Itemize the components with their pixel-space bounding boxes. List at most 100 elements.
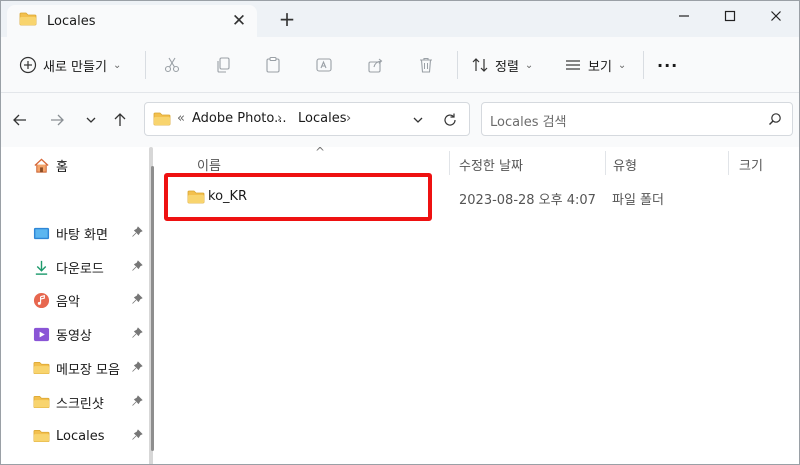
- column-divider[interactable]: [728, 151, 729, 175]
- sidebar-item-label: 홈: [56, 159, 68, 175]
- tab-close-button[interactable]: ✕: [229, 11, 249, 31]
- sidebar-item-locales[interactable]: Locales: [33, 423, 145, 449]
- view-button-label: 보기: [588, 59, 612, 75]
- pin-icon: [131, 226, 143, 242]
- breadcrumb-adobe-photoshop[interactable]: Adobe Photo...: [192, 111, 287, 126]
- forward-button[interactable]: [44, 107, 70, 133]
- arrow-left-icon: [13, 114, 26, 126]
- copy-icon: [217, 57, 230, 73]
- file-type: 파일 폴더: [612, 193, 664, 208]
- arrow-right-icon: [51, 114, 64, 126]
- home-icon: [34, 157, 49, 173]
- column-header-name[interactable]: 이름: [197, 155, 221, 174]
- divider: [145, 51, 146, 79]
- sidebar-item-memo-collection[interactable]: 메모장 모음: [33, 355, 145, 381]
- sidebar-item-label: 음악: [56, 294, 80, 310]
- close-window-button[interactable]: [753, 1, 799, 31]
- view-list-icon: [566, 60, 580, 70]
- breadcrumb-locales[interactable]: Locales: [298, 111, 346, 126]
- delete-button[interactable]: [412, 51, 440, 79]
- divider: [643, 51, 644, 79]
- chevron-down-icon: ⌄: [617, 59, 627, 71]
- rename-icon: [316, 58, 332, 72]
- breadcrumb-separator[interactable]: ›: [346, 111, 351, 126]
- breadcrumb-separator[interactable]: ›: [277, 111, 282, 126]
- download-icon: [35, 260, 48, 275]
- folder-icon: [19, 12, 37, 30]
- command-bar: 새로 만들기 ⌄ 정렬 ⌄ 보기 ⌄ ···: [1, 37, 799, 93]
- scissors-icon: [164, 57, 180, 73]
- pin-icon: [131, 260, 143, 276]
- sort-icon: [472, 58, 488, 72]
- rename-button[interactable]: [310, 51, 338, 79]
- copy-button[interactable]: [209, 51, 237, 79]
- tab-locales[interactable]: Locales ✕: [7, 5, 257, 37]
- divider: [457, 51, 458, 79]
- folder-icon: [33, 395, 50, 409]
- new-button[interactable]: 새로 만들기 ⌄: [19, 51, 121, 79]
- sidebar-item-home[interactable]: 홈: [33, 152, 145, 178]
- desktop-icon: [33, 227, 50, 239]
- search-box[interactable]: Locales 검색: [481, 102, 793, 136]
- address-bar[interactable]: « Adobe Photo... › Locales ›: [144, 102, 470, 136]
- sidebar-item-label: 동영상: [56, 328, 92, 344]
- sidebar-item-music[interactable]: 음악: [33, 287, 145, 313]
- share-button[interactable]: [362, 51, 390, 79]
- path-overflow-button[interactable]: «: [177, 111, 185, 126]
- plus-circle-icon: [19, 56, 37, 74]
- pin-icon: [131, 293, 143, 309]
- column-header-size[interactable]: 크기: [739, 155, 763, 174]
- chevron-down-icon: [413, 117, 423, 123]
- new-button-label: 새로 만들기: [43, 59, 107, 75]
- trash-icon: [420, 57, 432, 73]
- sidebar-item-screenshots[interactable]: 스크린샷: [33, 389, 145, 415]
- sidebar-item-label: 바탕 화면: [56, 227, 108, 243]
- new-tab-button[interactable]: +: [275, 7, 299, 31]
- search-icon[interactable]: [768, 112, 782, 130]
- sidebar-item-desktop[interactable]: 바탕 화면: [33, 220, 145, 246]
- paste-button[interactable]: [259, 51, 287, 79]
- title-bar: Locales ✕ +: [1, 1, 799, 37]
- sidebar-item-label: Locales: [56, 428, 105, 444]
- clipboard-icon: [266, 56, 280, 73]
- minimize-button[interactable]: [661, 1, 707, 31]
- refresh-icon: [444, 113, 456, 126]
- navigation-pane: 홈 바탕 화면 다운로드 음악 동영상 메모장 모음 스크린샷 Locales: [1, 147, 151, 464]
- maximize-icon: [724, 10, 736, 22]
- sidebar-item-videos[interactable]: 동영상: [33, 321, 145, 347]
- address-dropdown-button[interactable]: [407, 109, 429, 131]
- chevron-down-icon: ⌄: [524, 59, 534, 71]
- column-divider[interactable]: [605, 151, 606, 175]
- column-header-type[interactable]: 유형: [613, 155, 637, 174]
- more-options-button[interactable]: ···: [657, 51, 678, 79]
- column-header-date[interactable]: 수정한 날짜: [459, 155, 523, 174]
- sort-ascending-icon: ^: [315, 145, 326, 159]
- chevron-down-icon: ⌄: [112, 59, 122, 71]
- chevron-down-icon: [86, 117, 96, 123]
- view-button[interactable]: 보기 ⌄: [564, 51, 626, 79]
- maximize-button[interactable]: [707, 1, 753, 31]
- column-divider[interactable]: [449, 151, 450, 175]
- sort-button[interactable]: 정렬 ⌄: [471, 51, 533, 79]
- sidebar-item-label: 다운로드: [56, 261, 104, 277]
- video-icon: [33, 327, 50, 341]
- pin-icon: [131, 395, 143, 411]
- arrow-up-icon: [114, 113, 126, 126]
- sidebar-item-downloads[interactable]: 다운로드: [33, 254, 145, 280]
- sort-button-label: 정렬: [495, 59, 519, 75]
- tab-title: Locales: [47, 13, 96, 29]
- refresh-button[interactable]: [439, 109, 461, 131]
- back-button[interactable]: [7, 107, 33, 133]
- highlight-annotation-box: [164, 173, 432, 221]
- sidebar-scrollbar-thumb[interactable]: [151, 166, 154, 451]
- cut-button[interactable]: [158, 51, 186, 79]
- sidebar-item-label: 스크린샷: [56, 396, 104, 412]
- file-explorer-window: Locales ✕ + 새로 만들기 ⌄ 정렬 ⌄ 보기 ⌄ ··· « Ado…: [0, 0, 800, 465]
- sidebar-item-label: 메모장 모음: [56, 362, 120, 378]
- up-button[interactable]: [107, 107, 133, 133]
- search-input[interactable]: Locales 검색: [490, 111, 567, 130]
- music-icon: [33, 292, 50, 308]
- recent-locations-button[interactable]: [78, 107, 104, 133]
- pin-icon: [131, 361, 143, 377]
- folder-icon: [33, 429, 50, 443]
